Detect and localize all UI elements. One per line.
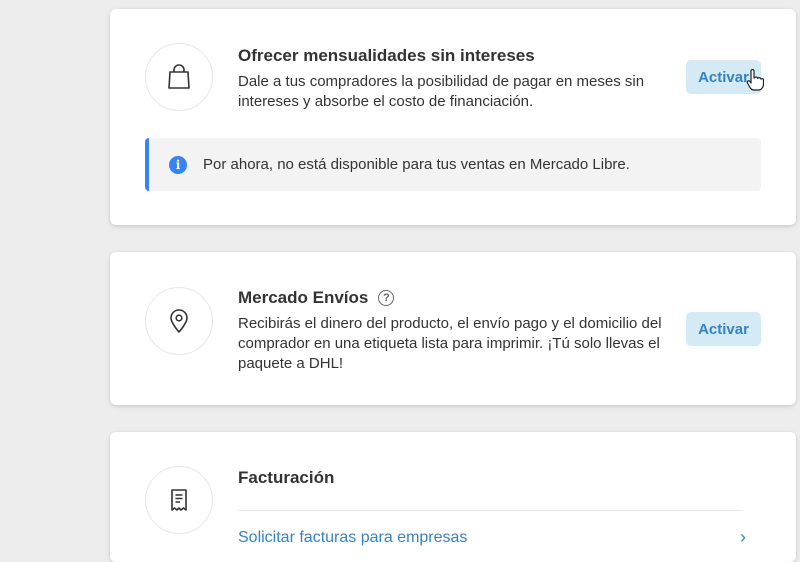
availability-notice: i Por ahora, no está disponible para tus… xyxy=(145,138,761,191)
installments-description-line1: Dale a tus compradores la posibilidad de… xyxy=(238,73,645,90)
request-business-invoices-link[interactable]: Solicitar facturas para empresas xyxy=(238,529,467,547)
receipt-icon xyxy=(171,489,187,511)
shipping-card: Mercado Envíos? Recibirás el dinero del … xyxy=(110,252,796,405)
location-pin-icon-circle xyxy=(145,287,213,355)
billing-card: Facturación Solicitar facturas para empr… xyxy=(110,432,796,562)
pointer-cursor-icon xyxy=(746,69,764,91)
billing-title: Facturación xyxy=(238,468,335,487)
question-circle-icon[interactable]: ? xyxy=(378,290,395,306)
shipping-description-line3: paquete a DHL! xyxy=(238,355,344,372)
shopping-bag-icon xyxy=(168,64,190,89)
installments-description: Dale a tus compradores la posibilidad de… xyxy=(238,72,644,112)
installments-title: Ofrecer mensualidades sin intereses xyxy=(238,46,535,65)
shipping-title: Mercado Envíos xyxy=(238,288,369,307)
billing-divider xyxy=(238,510,742,511)
shipping-description-line1: Recibirás el dinero del producto, el env… xyxy=(238,315,662,332)
chevron-right-icon[interactable]: › xyxy=(740,527,746,548)
installments-description-line2: intereses y absorbe el costo de financia… xyxy=(238,93,534,110)
shopping-bag-icon-circle xyxy=(145,43,213,111)
shipping-description: Recibirás el dinero del producto, el env… xyxy=(238,314,662,374)
shipping-title-row: Mercado Envíos? xyxy=(238,288,395,308)
info-icon: i xyxy=(169,155,187,174)
installments-card: Ofrecer mensualidades sin intereses Dale… xyxy=(110,9,796,225)
shipping-description-line2: comprador en una etiqueta lista para imp… xyxy=(238,335,660,352)
activate-shipping-button[interactable]: Activar xyxy=(686,312,761,346)
location-pin-icon xyxy=(170,309,188,333)
availability-notice-text: Por ahora, no está disponible para tus v… xyxy=(203,156,630,173)
receipt-icon-circle xyxy=(145,466,213,534)
